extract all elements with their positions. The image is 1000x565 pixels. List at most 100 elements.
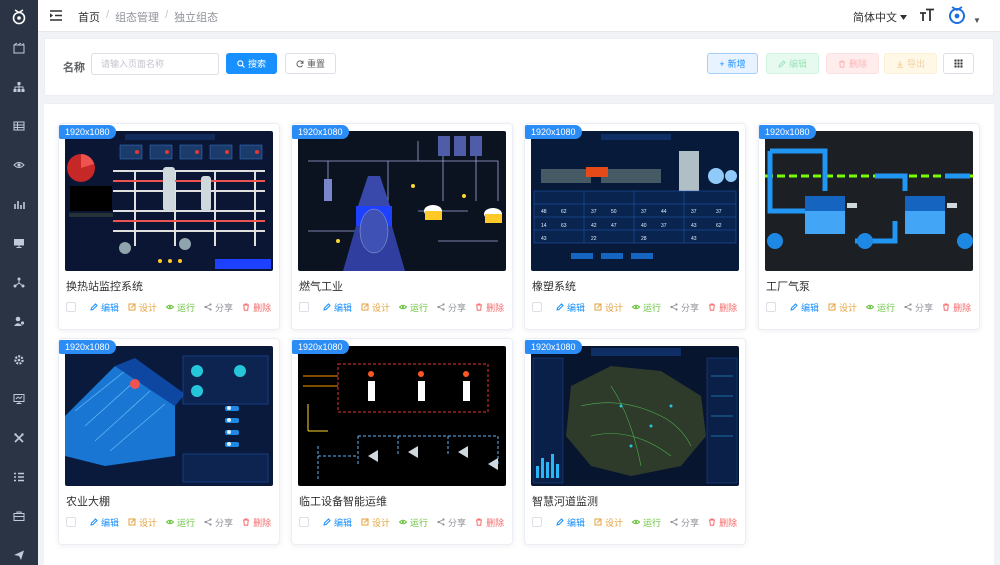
config-card[interactable]: 1920x1080 临工设备智能运维 编辑 设计 运行 分享 删除 bbox=[291, 338, 513, 545]
card-delete-button[interactable]: 删除 bbox=[475, 301, 504, 314]
nav-item-tools[interactable] bbox=[0, 418, 38, 457]
config-card[interactable]: 1920x1080 燃气工业 编辑 设计 运行 分享 删除 bbox=[291, 123, 513, 330]
card-design-button[interactable]: 设计 bbox=[128, 301, 157, 314]
avatar-caret-icon[interactable]: ▼ bbox=[973, 16, 981, 25]
svg-text:50: 50 bbox=[611, 209, 617, 215]
card-run-button[interactable]: 运行 bbox=[399, 516, 428, 529]
monitor-icon bbox=[14, 238, 24, 248]
card-run-button[interactable]: 运行 bbox=[632, 301, 661, 314]
card-edit-button[interactable]: 编辑 bbox=[90, 516, 119, 529]
card-edit-button[interactable]: 编辑 bbox=[556, 516, 585, 529]
config-card[interactable]: 1920x1080 智慧河道监测 编辑 设计 运行 分享 删除 bbox=[524, 338, 746, 545]
reset-button[interactable]: 重置 bbox=[285, 53, 336, 74]
preview-thumbnail[interactable] bbox=[298, 131, 506, 271]
card-design-button[interactable]: 设计 bbox=[828, 301, 857, 314]
font-size-icon[interactable] bbox=[919, 8, 935, 22]
preview-thumbnail[interactable] bbox=[65, 131, 273, 271]
breadcrumb-config-management[interactable]: 组态管理 bbox=[115, 9, 159, 25]
card-share-button[interactable]: 分享 bbox=[670, 301, 699, 314]
card-edit-button[interactable]: 编辑 bbox=[323, 516, 352, 529]
card-actions: 编辑 设计 运行 分享 删除 bbox=[299, 300, 506, 314]
select-checkbox[interactable] bbox=[299, 302, 309, 312]
language-selector[interactable]: 简体中文 bbox=[853, 9, 907, 25]
card-share-button[interactable]: 分享 bbox=[670, 516, 699, 529]
card-share-button[interactable]: 分享 bbox=[204, 516, 233, 529]
select-checkbox[interactable] bbox=[532, 517, 542, 527]
card-edit-button[interactable]: 编辑 bbox=[90, 301, 119, 314]
preview-thumbnail[interactable] bbox=[531, 346, 739, 486]
design-label: 设计 bbox=[372, 517, 391, 528]
config-card[interactable]: 1920x1080 换热站监控系统 编辑 设计 运行 分享 删除 bbox=[58, 123, 280, 330]
select-checkbox[interactable] bbox=[66, 302, 76, 312]
resolution-badge: 1920x1080 bbox=[525, 125, 582, 139]
card-share-button[interactable]: 分享 bbox=[437, 516, 466, 529]
eye-icon bbox=[166, 304, 175, 310]
card-design-button[interactable]: 设计 bbox=[361, 516, 390, 529]
delete-button[interactable]: 删除 bbox=[826, 53, 879, 74]
card-edit-button[interactable]: 编辑 bbox=[556, 301, 585, 314]
nav-item-list[interactable] bbox=[0, 457, 38, 496]
export-button[interactable]: 导出 bbox=[884, 53, 937, 74]
card-share-button[interactable]: 分享 bbox=[437, 301, 466, 314]
select-checkbox[interactable] bbox=[299, 517, 309, 527]
nav-item-briefcase[interactable] bbox=[0, 496, 38, 535]
card-design-button[interactable]: 设计 bbox=[361, 301, 390, 314]
nav-item-monitor[interactable] bbox=[0, 223, 38, 262]
name-search-input[interactable] bbox=[91, 53, 219, 75]
nav-item-chart[interactable] bbox=[0, 184, 38, 223]
search-button[interactable]: 搜索 bbox=[226, 53, 277, 74]
card-run-button[interactable]: 运行 bbox=[866, 301, 895, 314]
card-run-button[interactable]: 运行 bbox=[166, 301, 195, 314]
thumbnail-image bbox=[65, 346, 273, 486]
add-button[interactable]: + 新增 bbox=[707, 53, 758, 74]
select-checkbox[interactable] bbox=[766, 302, 776, 312]
card-run-button[interactable]: 运行 bbox=[166, 516, 195, 529]
card-edit-button[interactable]: 编辑 bbox=[323, 301, 352, 314]
breadcrumb-home[interactable]: 首页 bbox=[78, 9, 100, 25]
preview-thumbnail[interactable] bbox=[65, 346, 273, 486]
card-run-button[interactable]: 运行 bbox=[632, 516, 661, 529]
edit-icon bbox=[556, 303, 564, 311]
card-design-button[interactable]: 设计 bbox=[128, 516, 157, 529]
select-checkbox[interactable] bbox=[66, 517, 76, 527]
avatar[interactable] bbox=[946, 4, 968, 26]
delete-label: 删除 bbox=[253, 302, 272, 313]
nav-item-film[interactable] bbox=[0, 28, 38, 67]
card-delete-button[interactable]: 删除 bbox=[708, 301, 737, 314]
name-label: 名称 bbox=[63, 62, 85, 74]
nav-item-users[interactable] bbox=[0, 301, 38, 340]
card-delete-button[interactable]: 删除 bbox=[475, 516, 504, 529]
config-card[interactable]: 1920x1080 农业大棚 编辑 设计 运行 分享 删除 bbox=[58, 338, 280, 545]
card-run-button[interactable]: 运行 bbox=[399, 301, 428, 314]
select-checkbox[interactable] bbox=[532, 302, 542, 312]
nav-item-screen[interactable] bbox=[0, 379, 38, 418]
menu-toggle-icon[interactable] bbox=[50, 10, 62, 21]
nav-item-eye[interactable] bbox=[0, 145, 38, 184]
column-toggle-button[interactable] bbox=[943, 53, 974, 74]
edit-button[interactable]: 编辑 bbox=[766, 53, 819, 74]
card-design-button[interactable]: 设计 bbox=[594, 301, 623, 314]
trash-icon bbox=[838, 60, 845, 68]
card-delete-button[interactable]: 删除 bbox=[708, 516, 737, 529]
nav-item-send[interactable] bbox=[0, 535, 38, 565]
preview-thumbnail[interactable]: 48 62 37 50 37 44 37 37 14 63 42 47 40 37 43 62 43 22 28… bbox=[531, 131, 739, 271]
config-card[interactable]: 1920x1080 48 62 37 50 37 44 37 37 14 63 42 47 40 37 4… bbox=[524, 123, 746, 330]
card-delete-button[interactable]: 删除 bbox=[942, 301, 971, 314]
card-title: 橡塑系统 bbox=[532, 281, 576, 293]
nav-item-settings[interactable] bbox=[0, 340, 38, 379]
preview-thumbnail[interactable] bbox=[765, 131, 973, 271]
config-card[interactable]: 1920x1080 工厂气泵 编辑 设计 运行 分享 删除 bbox=[758, 123, 980, 330]
card-delete-button[interactable]: 删除 bbox=[242, 301, 271, 314]
card-design-button[interactable]: 设计 bbox=[594, 516, 623, 529]
nav-item-table[interactable] bbox=[0, 106, 38, 145]
card-edit-button[interactable]: 编辑 bbox=[790, 301, 819, 314]
card-title: 燃气工业 bbox=[299, 281, 343, 293]
svg-text:37: 37 bbox=[716, 209, 722, 215]
svg-text:47: 47 bbox=[611, 223, 617, 229]
nav-item-network[interactable] bbox=[0, 262, 38, 301]
preview-thumbnail[interactable] bbox=[298, 346, 506, 486]
nav-item-tree[interactable] bbox=[0, 67, 38, 106]
card-delete-button[interactable]: 删除 bbox=[242, 516, 271, 529]
card-share-button[interactable]: 分享 bbox=[904, 301, 933, 314]
card-share-button[interactable]: 分享 bbox=[204, 301, 233, 314]
